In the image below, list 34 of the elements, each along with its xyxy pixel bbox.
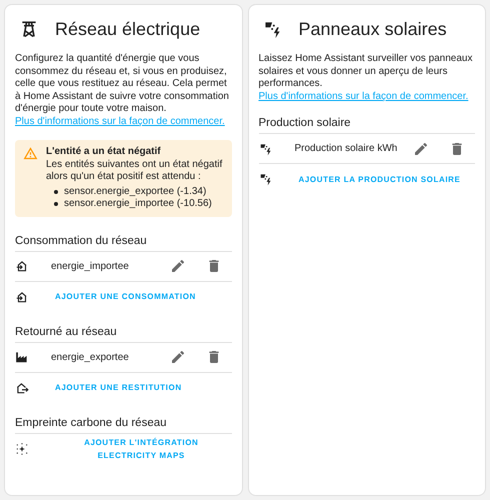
add-button[interactable]: AJOUTER UNE CONSOMMATION — [51, 288, 200, 305]
solar-power-icon — [258, 142, 272, 156]
home-export-icon — [15, 380, 29, 394]
entity-label: energie_importee — [51, 260, 130, 274]
section-title: Empreinte carbone du réseau — [15, 414, 232, 434]
warning-icon — [23, 146, 38, 161]
entity-name: sensor.energie_exportee (-1.34) — [64, 186, 206, 198]
solar-power-icon — [258, 172, 272, 186]
add-button[interactable]: AJOUTER L'INTÉGRATION ELECTRICITY MAPS — [51, 434, 232, 464]
info-link[interactable]: Plus d'informations sur la façon de commencer. — [258, 90, 475, 103]
add-button[interactable]: AJOUTER UNE RESTITUTION — [51, 379, 186, 396]
entity-label: Production solaire kWh — [294, 142, 398, 156]
info-link[interactable]: Plus d'informations sur la façon de commencer. — [15, 116, 232, 128]
factory-icon — [15, 350, 29, 364]
pencil-icon — [170, 349, 186, 365]
pencil-icon — [413, 140, 429, 156]
section-title: Consommation du réseau — [15, 232, 232, 252]
home-import-icon — [15, 290, 29, 304]
card-description: Configurez la quantité d'énergie que vous consommez du réseau et, si vous en produisez, celle que vous restituez au réseau. Cela permet à Home Assistant de suivre votre consommation d'énergie pour toute votre maison. — [15, 53, 230, 116]
bullet-icon — [54, 202, 58, 206]
bullet-icon — [54, 190, 58, 194]
warning-text: Les entités suivantes ont un état négatif alors qu'un état positif est attendu : — [46, 158, 224, 184]
home-import-icon — [15, 259, 29, 273]
entity-name: sensor.energie_importee (-10.56) — [64, 198, 212, 210]
card-title: Réseau électrique — [55, 18, 200, 41]
warning-title: L'entité a un état négatif — [46, 146, 162, 158]
card-description: Laissez Home Assistant surveiller vos panneaux solaires et vous donner un aperçu de leurs performances. — [258, 53, 474, 90]
entity-label: energie_exportee — [51, 350, 130, 364]
sparkle-icon — [15, 442, 29, 456]
card-title: Panneaux solaires — [298, 18, 447, 41]
section-title: Retourné au réseau — [15, 324, 232, 342]
section-title: Production solaire — [258, 115, 475, 134]
pencil-icon — [170, 258, 186, 274]
add-button[interactable]: AJOUTER LA PRODUCTION SOLAIRE — [294, 170, 464, 188]
